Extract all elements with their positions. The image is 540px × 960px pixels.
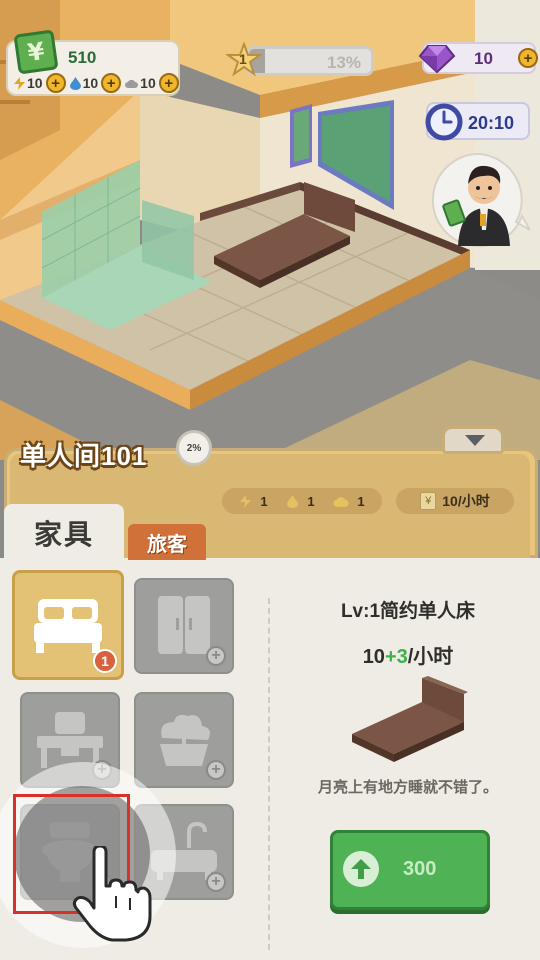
yen-icon: ¥: [420, 492, 437, 510]
gem-icon: [418, 45, 456, 74]
level-progress-text: 13%: [326, 53, 361, 72]
furniture-slot-bed[interactable]: 1: [12, 570, 124, 680]
potted-plant-icon: [160, 714, 210, 766]
level-progress-bar: 13%: [246, 46, 374, 76]
money-value: 510: [68, 48, 97, 67]
collapse-panel-button[interactable]: [442, 426, 504, 454]
electricity-value: 10: [27, 75, 43, 91]
income-base: 10: [362, 646, 385, 668]
add-gems-button[interactable]: +: [518, 48, 538, 68]
income-unit: /小时: [407, 646, 454, 668]
add-bathtub-icon: +: [206, 872, 226, 892]
stat-water-value: 1: [307, 493, 315, 509]
manager-avatar-button[interactable]: [430, 150, 533, 250]
furniture-income: 10+3/小时: [290, 640, 526, 669]
resource-row: 10 + 10 + 10 +: [14, 73, 183, 93]
cloud-icon: [333, 496, 350, 507]
stat-electricity: 1: [239, 493, 268, 509]
level-progress: 13% 1: [226, 42, 378, 78]
stat-gas-value: 1: [357, 493, 365, 509]
upgrade-cost: 300: [403, 858, 437, 880]
add-wardrobe-icon: +: [206, 646, 226, 666]
tab-furniture[interactable]: 家具: [4, 504, 124, 562]
add-plant-icon: +: [206, 760, 226, 780]
gem-value: 10: [474, 49, 493, 68]
pointing-hand-icon: [72, 846, 152, 942]
lightning-icon: [240, 494, 252, 508]
clock-time: 20:10: [468, 113, 515, 133]
furniture-title: Lv:1简约单人床: [340, 601, 476, 622]
bed-icon: [34, 599, 102, 653]
resource-gas: 10 +: [125, 73, 179, 93]
chevron-down-icon: [465, 435, 485, 446]
resource-electricity: 10 +: [14, 73, 66, 93]
upgrade-arrow-icon: [343, 851, 379, 887]
clock-icon: [425, 103, 463, 141]
bed-level-badge: 1: [93, 649, 117, 673]
level-number: 1: [239, 51, 247, 67]
add-gas-button[interactable]: +: [158, 73, 179, 93]
furniture-description: 月亮上有地方睡就不错了。: [317, 779, 498, 796]
furniture-slot-wardrobe[interactable]: +: [134, 578, 234, 674]
room-income-value: 10/小时: [442, 493, 490, 509]
yen-bill-icon: ¥: [13, 29, 59, 75]
add-water-button[interactable]: +: [101, 73, 122, 93]
cloud-icon: [125, 79, 139, 88]
game-clock: 20:10: [425, 102, 530, 141]
room-title: 单人间101: [20, 441, 148, 471]
tab-guest[interactable]: 旅客: [128, 524, 206, 560]
upgrade-button[interactable]: 300: [330, 830, 490, 910]
furniture-slot-plant[interactable]: +: [134, 692, 234, 788]
bed-preview-image: [352, 676, 468, 762]
water-drop-icon: [69, 76, 81, 90]
resource-water: 10 +: [69, 73, 122, 93]
wardrobe-icon: [158, 596, 210, 654]
stat-electricity-value: 1: [260, 493, 268, 509]
water-drop-icon: [287, 494, 299, 508]
manager-avatar: [431, 152, 533, 247]
money-display: ¥ 510 10 + 10 + 10 +: [6, 29, 183, 96]
stat-gas: 1: [333, 493, 365, 509]
gem-display: 10 +: [418, 42, 538, 74]
desk-icon: [37, 712, 103, 768]
room-stats: 1 1 1: [222, 488, 382, 514]
stat-water: 1: [286, 493, 315, 509]
lightning-icon: [14, 76, 25, 90]
panel-divider: [268, 598, 270, 950]
income-bonus: +3: [384, 646, 408, 668]
room-progress-badge: 2%: [176, 430, 212, 466]
water-value: 10: [82, 75, 99, 91]
add-electricity-button[interactable]: +: [45, 73, 66, 93]
gas-value: 10: [140, 75, 156, 91]
room-income: ¥ 10/小时: [396, 488, 514, 514]
